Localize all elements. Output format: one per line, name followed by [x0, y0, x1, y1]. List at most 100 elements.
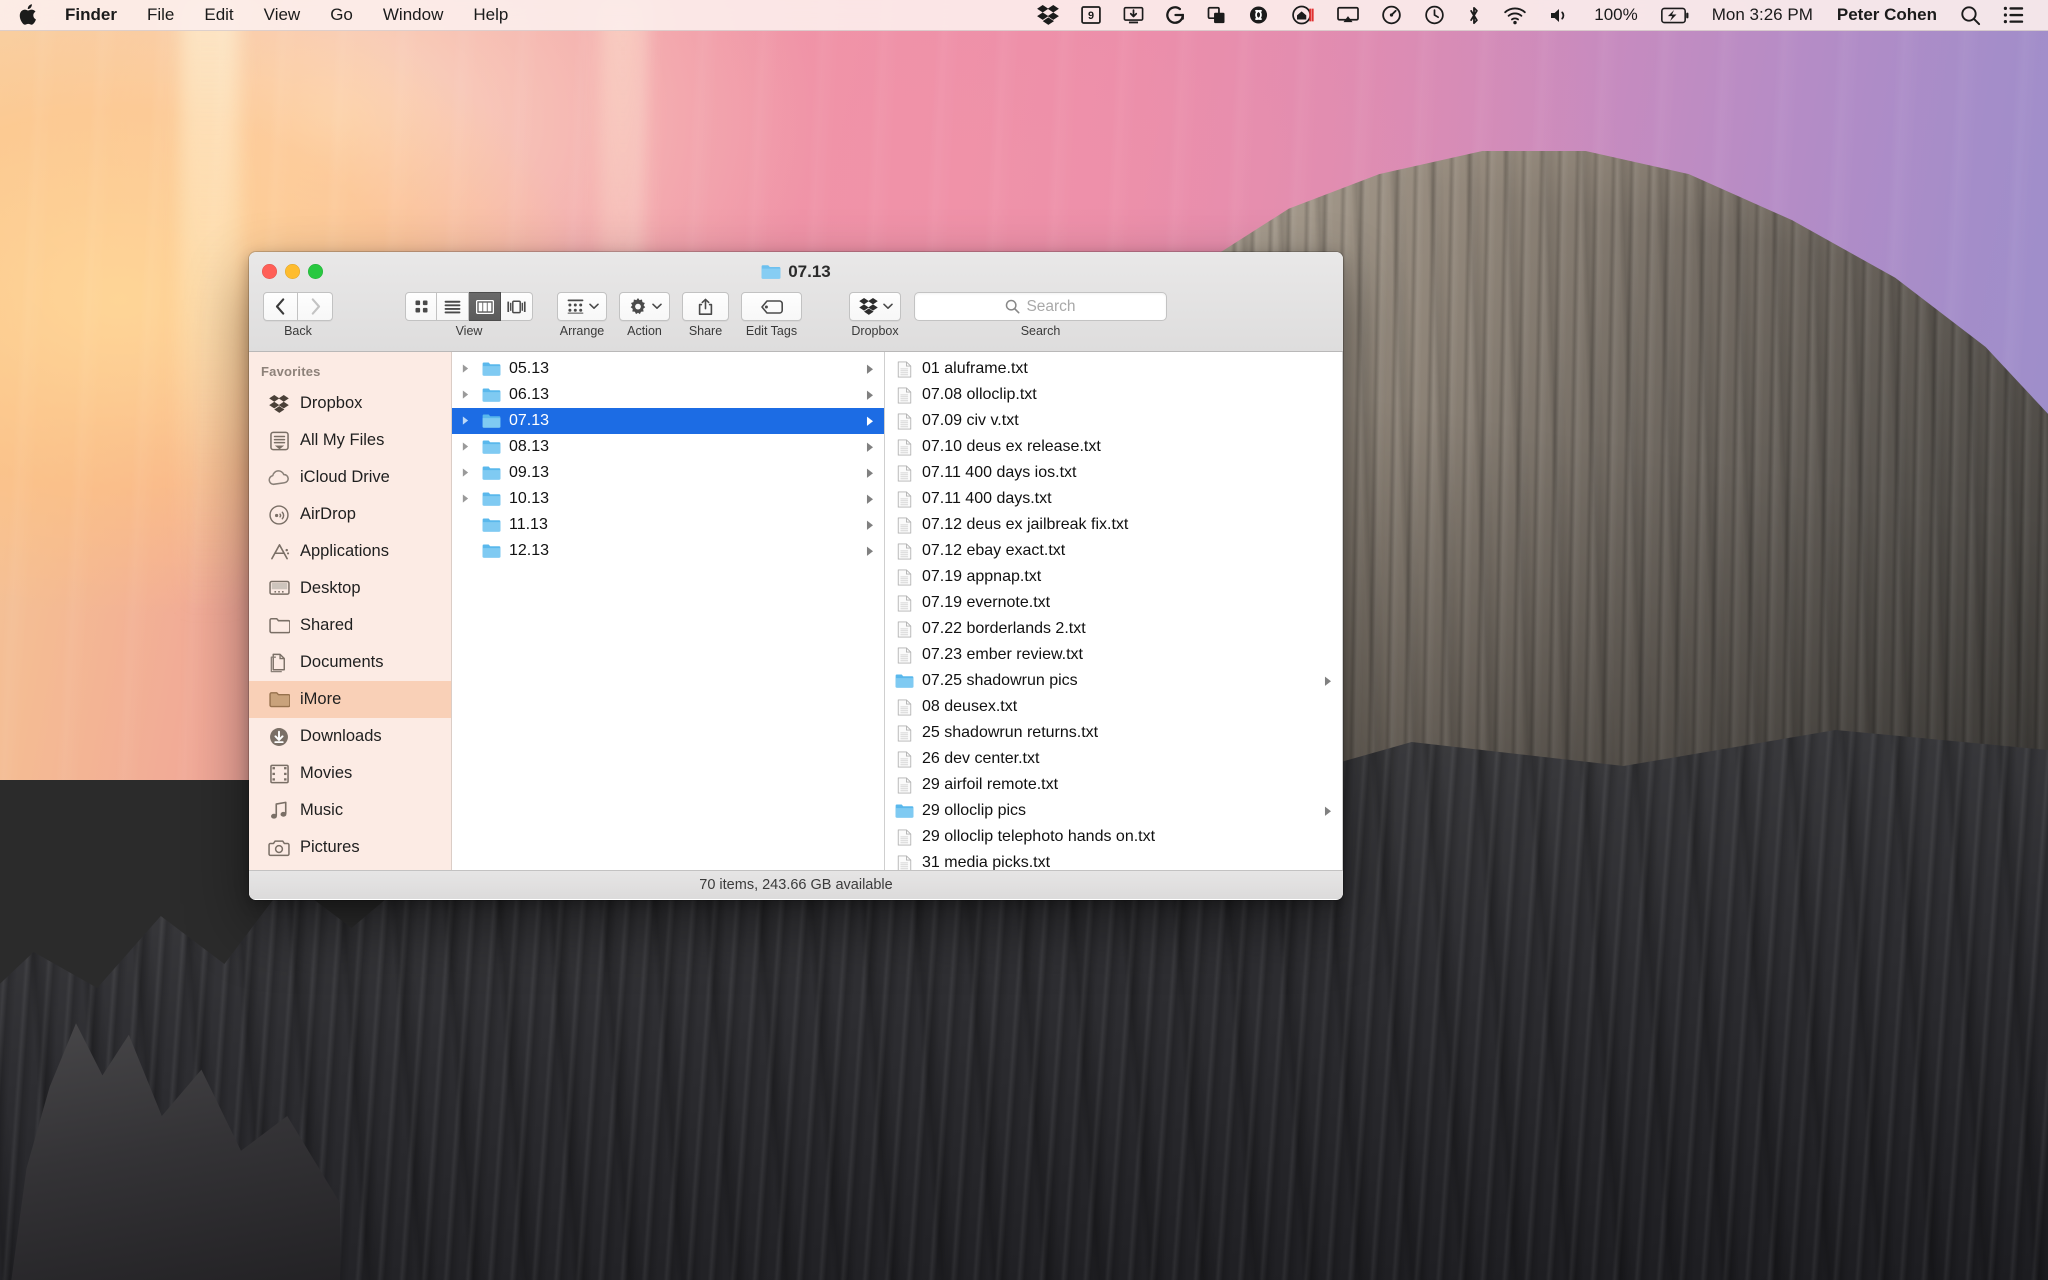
disclosure-triangle-icon[interactable] — [866, 520, 874, 530]
disclosure-arrow[interactable] — [864, 416, 876, 426]
speedometer-icon[interactable] — [1370, 0, 1413, 30]
file-row[interactable]: 31 media picks.txt — [885, 850, 1342, 870]
menu-bar-user-name[interactable]: Peter Cohen — [1825, 0, 1949, 30]
folder-row[interactable]: 07.13 — [452, 408, 884, 434]
disclosure-triangle-icon[interactable] — [866, 364, 874, 374]
duplicate-window-icon[interactable] — [1196, 0, 1237, 30]
forward-button[interactable] — [298, 292, 333, 321]
column-view-button[interactable] — [469, 292, 501, 321]
disclosure-triangle-icon[interactable] — [462, 468, 469, 477]
sidebar-item-documents[interactable]: Documents — [249, 644, 451, 681]
sidebar-item-movies[interactable]: Movies — [249, 755, 451, 792]
sidebar-item-shared[interactable]: Shared — [249, 607, 451, 644]
disclosure-arrow[interactable] — [864, 468, 876, 478]
disclosure-triangle-icon[interactable] — [866, 442, 874, 452]
airplay-icon[interactable] — [1326, 0, 1370, 30]
folders-column[interactable]: 05.1306.1307.1308.1309.1310.1311.1312.13 — [452, 352, 885, 870]
apple-logo-icon[interactable] — [18, 4, 37, 26]
file-row[interactable]: 07.12 ebay exact.txt — [885, 538, 1342, 564]
spotlight-search-icon[interactable] — [1949, 0, 1992, 30]
sidebar-item-downloads[interactable]: Downloads — [249, 718, 451, 755]
files-column[interactable]: 01 aluframe.txt07.08 olloclip.txt07.09 c… — [885, 352, 1343, 870]
file-row[interactable]: 07.10 deus ex release.txt — [885, 434, 1342, 460]
disclosure-triangle-icon[interactable] — [866, 494, 874, 504]
menu-item-window[interactable]: Window — [368, 0, 458, 30]
sidebar-item-music[interactable]: Music — [249, 792, 451, 829]
wifi-icon[interactable] — [1492, 0, 1538, 30]
file-row[interactable]: 29 airfoil remote.txt — [885, 772, 1342, 798]
menu-item-view[interactable]: View — [249, 0, 316, 30]
disclosure-arrow[interactable] — [864, 442, 876, 452]
sidebar-item-all-my-files[interactable]: All My Files — [249, 422, 451, 459]
disclosure-arrow[interactable] — [1322, 676, 1334, 686]
monitor-download-icon[interactable] — [1112, 0, 1155, 30]
disclosure-arrow[interactable] — [864, 364, 876, 374]
menu-item-edit[interactable]: Edit — [189, 0, 248, 30]
folder-row[interactable]: 29 olloclip pics — [885, 798, 1342, 824]
action-button[interactable] — [619, 292, 670, 321]
disclosure-triangle-icon[interactable] — [866, 416, 874, 426]
folder-row[interactable]: 08.13 — [452, 434, 884, 460]
folder-row[interactable]: 12.13 — [452, 538, 884, 564]
disclosure-triangle-icon[interactable] — [866, 468, 874, 478]
creative-cloud-icon[interactable] — [1237, 0, 1280, 30]
sidebar-item-pictures[interactable]: Pictures — [249, 829, 451, 866]
finder-window[interactable]: 07.13 Back — [249, 252, 1343, 900]
arrange-button[interactable] — [557, 292, 607, 321]
list-view-button[interactable] — [437, 292, 469, 321]
volume-icon[interactable] — [1538, 0, 1582, 30]
folder-row[interactable]: 11.13 — [452, 512, 884, 538]
search-field[interactable]: Search — [914, 292, 1167, 321]
grammarly-icon[interactable] — [1155, 0, 1196, 30]
bluetooth-icon[interactable] — [1456, 0, 1492, 30]
file-row[interactable]: 07.19 evernote.txt — [885, 590, 1342, 616]
file-row[interactable]: 07.09 civ v.txt — [885, 408, 1342, 434]
menu-bar-clock[interactable]: Mon 3:26 PM — [1700, 0, 1825, 30]
disclosure-arrow[interactable] — [864, 494, 876, 504]
file-row[interactable]: 29 olloclip telephoto hands on.txt — [885, 824, 1342, 850]
disclosure-triangle-icon[interactable] — [1324, 676, 1332, 686]
folder-row[interactable]: 07.25 shadowrun pics — [885, 668, 1342, 694]
sidebar-item-desktop[interactable]: Desktop — [249, 570, 451, 607]
disclosure-triangle-icon[interactable] — [866, 546, 874, 556]
file-row[interactable]: 08 deusex.txt — [885, 694, 1342, 720]
home-icon[interactable] — [1280, 0, 1326, 30]
file-row[interactable]: 07.11 400 days ios.txt — [885, 460, 1342, 486]
edit-tags-button[interactable] — [741, 292, 802, 321]
folder-row[interactable]: 10.13 — [452, 486, 884, 512]
file-row[interactable]: 07.11 400 days.txt — [885, 486, 1342, 512]
coverflow-view-button[interactable] — [501, 292, 533, 321]
file-row[interactable]: 07.08 olloclip.txt — [885, 382, 1342, 408]
disclosure-triangle-icon[interactable] — [462, 494, 469, 503]
folder-row[interactable]: 06.13 — [452, 382, 884, 408]
battery-charging-icon[interactable] — [1650, 0, 1700, 30]
battery-percent-label[interactable]: 100% — [1582, 0, 1649, 30]
sidebar-item-applications[interactable]: Applications — [249, 533, 451, 570]
disclosure-arrow[interactable] — [864, 546, 876, 556]
sidebar-item-dropbox[interactable]: Dropbox — [249, 385, 451, 422]
file-row[interactable]: 26 dev center.txt — [885, 746, 1342, 772]
file-row[interactable]: 07.23 ember review.txt — [885, 642, 1342, 668]
sidebar-item-airdrop[interactable]: AirDrop — [249, 496, 451, 533]
disclosure-triangle-icon[interactable] — [462, 364, 469, 373]
sidebar-item-icloud-drive[interactable]: iCloud Drive — [249, 459, 451, 496]
notification-center-icon[interactable] — [1992, 0, 2036, 30]
file-row[interactable]: 25 shadowrun returns.txt — [885, 720, 1342, 746]
file-row[interactable]: 07.22 borderlands 2.txt — [885, 616, 1342, 642]
disclosure-triangle-icon[interactable] — [866, 390, 874, 400]
disclosure-triangle-icon[interactable] — [462, 442, 469, 451]
sidebar-item-imore[interactable]: iMore — [249, 681, 451, 718]
disclosure-triangle-icon[interactable] — [1324, 806, 1332, 816]
dropbox-icon[interactable] — [1026, 0, 1070, 30]
file-row[interactable]: 01 aluframe.txt — [885, 356, 1342, 382]
disclosure-triangle-icon[interactable] — [462, 416, 469, 425]
window-titlebar[interactable]: 07.13 Back — [249, 252, 1343, 352]
disclosure-arrow[interactable] — [1322, 806, 1334, 816]
menu-item-finder[interactable]: Finder — [50, 0, 132, 30]
disclosure-arrow[interactable] — [864, 390, 876, 400]
disclosure-arrow[interactable] — [864, 520, 876, 530]
menu-item-go[interactable]: Go — [315, 0, 368, 30]
dropbox-toolbar-button[interactable] — [849, 292, 901, 321]
icon-view-button[interactable] — [405, 292, 437, 321]
share-button[interactable] — [682, 292, 729, 321]
